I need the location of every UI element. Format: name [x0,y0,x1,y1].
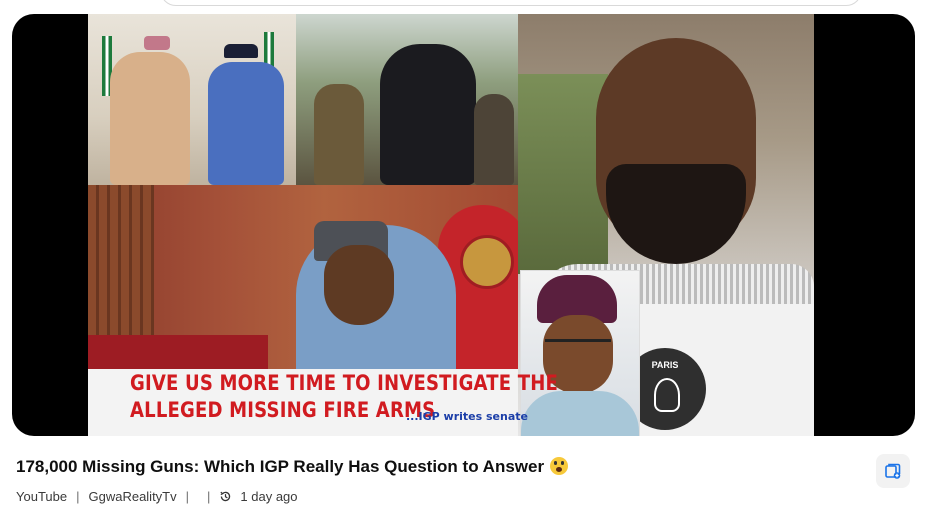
face-shape [324,245,394,325]
separator: | [185,489,190,504]
separator: | [76,489,80,504]
video-player[interactable]: PARIS GIVE US MORE TIME TO INVESTIGATE T… [12,14,915,436]
video-title[interactable]: 178,000 Missing Guns: Which IGP Really H… [16,457,569,477]
thumbnail-caption-line-1: GIVE US MORE TIME TO INVESTIGATE THE [130,371,559,395]
person-figure [110,52,190,185]
club-crest-text: PARIS [651,360,679,370]
video-title-text[interactable]: 178,000 Missing Guns: Which IGP Really H… [16,457,544,476]
thumbnail-caption-line-2: ALLEGED MISSING FIRE ARMS [130,398,436,422]
person-figure [314,84,364,185]
cap-shape [144,36,170,50]
channel-link[interactable]: GgwaRealityTv [88,489,176,504]
person-figure [474,94,514,185]
wall-panels [88,185,154,355]
officer-figure [208,62,284,185]
car-window [518,74,608,274]
face-screaming-in-fear-icon [550,457,569,475]
video-meta: YouTube | GgwaRealityTv | | 1 day ago [16,489,298,504]
save-to-collection-icon [885,463,901,479]
robe-shape [521,391,639,436]
search-bar-edge [160,0,862,6]
save-to-collection-button[interactable] [876,454,910,488]
upload-age: 1 day ago [240,489,298,504]
glasses-shape [545,339,611,354]
fleur-icon [654,378,680,412]
history-clock-icon [220,491,231,502]
beard-shape [606,164,746,264]
separator: | [207,489,211,504]
coat-of-arms-seal [460,235,514,289]
thumbnail-portrait-inset [520,270,640,436]
cap-shape [224,44,258,58]
video-thumbnail[interactable]: PARIS GIVE US MORE TIME TO INVESTIGATE T… [88,14,814,436]
masked-figure [380,44,476,185]
source-label: YouTube [16,489,68,504]
thumbnail-handshake-photo [88,14,296,185]
thumbnail-bandits-photo [296,14,518,185]
thumbnail-caption-sub: ...IGP writes senate [406,410,528,423]
